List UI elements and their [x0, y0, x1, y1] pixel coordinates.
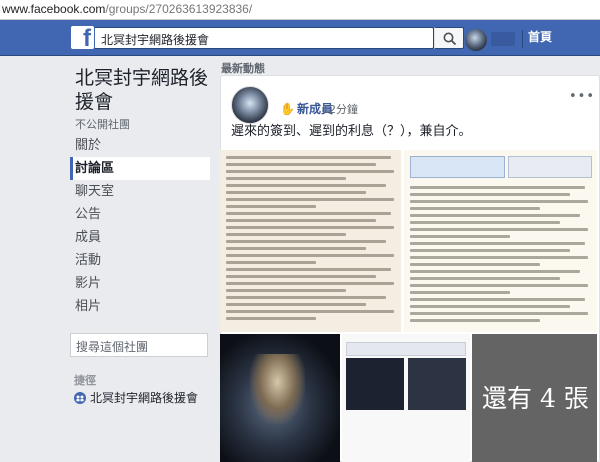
- group-search-input[interactable]: 搜尋這個社團: [70, 333, 273, 357]
- nav-item-discussion[interactable]: 討論區: [70, 157, 210, 180]
- text-line: [410, 214, 580, 217]
- wave-hand-icon: ✋: [280, 102, 295, 116]
- text-line: [226, 296, 386, 299]
- group-navigation: 關於 討論區 聊天室 公告 成員 活動 影片 相片: [70, 134, 210, 318]
- text-line: [410, 221, 560, 224]
- nav-item-events[interactable]: 活動: [70, 249, 210, 272]
- text-line: [410, 277, 560, 280]
- post-timestamp[interactable]: 12分鐘: [322, 101, 358, 117]
- text-line: [226, 233, 346, 236]
- url-path: /groups/270263613923836/: [105, 2, 253, 16]
- shortcut-group-link[interactable]: 北冥封宇網路後援會: [74, 389, 198, 406]
- text-line: [226, 177, 346, 180]
- search-icon: [443, 32, 457, 46]
- text-line: [410, 186, 585, 189]
- text-line: [226, 289, 346, 292]
- group-icon: [74, 392, 86, 404]
- screenshot-toolbar: [346, 342, 466, 356]
- text-line: [226, 184, 386, 187]
- global-search-value: 北冥封宇網路後援會: [101, 33, 210, 47]
- post-photo-5[interactable]: 還有 4 張: [472, 334, 597, 462]
- text-line: [226, 191, 366, 194]
- text-line: [226, 317, 316, 320]
- post-photo-4[interactable]: [342, 334, 470, 462]
- text-line: [410, 270, 580, 273]
- profile-avatar[interactable]: [465, 29, 487, 51]
- text-line: [226, 268, 391, 271]
- group-privacy: 不公開社團: [75, 118, 130, 131]
- more-photos-count: 還有 4 張: [482, 384, 589, 413]
- post-options-icon[interactable]: •••: [569, 89, 595, 104]
- nav-item-photos[interactable]: 相片: [70, 295, 210, 318]
- url-host: www.facebook.com: [2, 2, 106, 16]
- screenshot-thumbnail: [346, 358, 404, 410]
- group-search-placeholder: 搜尋這個社團: [76, 340, 149, 354]
- home-link[interactable]: 首頁: [528, 28, 552, 45]
- text-line: [410, 284, 588, 287]
- nav-item-about[interactable]: 關於: [70, 134, 210, 157]
- nav-item-announcements[interactable]: 公告: [70, 203, 210, 226]
- text-line: [410, 312, 588, 315]
- text-line: [226, 303, 366, 306]
- text-line: [410, 193, 570, 196]
- text-line: [410, 256, 588, 259]
- feed-header: 最新動態: [221, 62, 265, 78]
- text-line: [410, 228, 588, 231]
- text-line: [226, 261, 316, 264]
- text-line: [410, 298, 585, 301]
- text-line: [226, 247, 366, 250]
- post-author-avatar[interactable]: [231, 86, 269, 124]
- screenshot-window: [508, 156, 592, 178]
- text-line: [410, 249, 570, 252]
- profile-name-button[interactable]: [491, 32, 515, 46]
- post-photo-2[interactable]: [404, 150, 597, 332]
- text-line: [226, 156, 391, 159]
- nav-item-videos[interactable]: 影片: [70, 272, 210, 295]
- group-title[interactable]: 北冥封宇網路後援會: [75, 66, 220, 114]
- text-line: [226, 240, 386, 243]
- text-line: [226, 170, 394, 173]
- text-line: [226, 163, 376, 166]
- divider: [522, 30, 523, 48]
- post-photo-1[interactable]: [220, 150, 401, 332]
- post-photo-3[interactable]: [220, 334, 340, 462]
- screenshot-window: [410, 156, 505, 178]
- text-line: [410, 200, 588, 203]
- address-bar[interactable]: www.facebook.com/groups/270263613923836/: [0, 0, 600, 20]
- facebook-logo-icon[interactable]: f: [71, 25, 94, 52]
- text-line: [226, 254, 394, 257]
- text-line: [410, 319, 540, 322]
- shortcut-group-name: 北冥封宇網路後援會: [90, 391, 199, 405]
- global-search-button[interactable]: [434, 27, 464, 49]
- text-line: [226, 226, 394, 229]
- text-line: [226, 310, 394, 313]
- global-search-input[interactable]: 北冥封宇網路後援會: [95, 27, 434, 49]
- text-line: [226, 219, 376, 222]
- nav-item-chat[interactable]: 聊天室: [70, 180, 210, 203]
- post-body-text: 遲來的簽到、遲到的利息（？），兼自介。: [231, 124, 472, 139]
- character-figure: [250, 354, 305, 424]
- screenshot-thumbnail: [408, 358, 466, 410]
- text-line: [226, 275, 376, 278]
- nav-item-members[interactable]: 成員: [70, 226, 210, 249]
- text-line: [226, 282, 394, 285]
- text-line: [410, 305, 570, 308]
- text-line: [410, 291, 510, 294]
- text-line: [226, 212, 391, 215]
- text-line: [226, 205, 316, 208]
- text-line: [410, 263, 540, 266]
- shortcuts-heading: 捷徑: [74, 374, 96, 387]
- text-line: [410, 235, 510, 238]
- text-line: [410, 207, 540, 210]
- text-line: [226, 198, 394, 201]
- text-line: [410, 242, 585, 245]
